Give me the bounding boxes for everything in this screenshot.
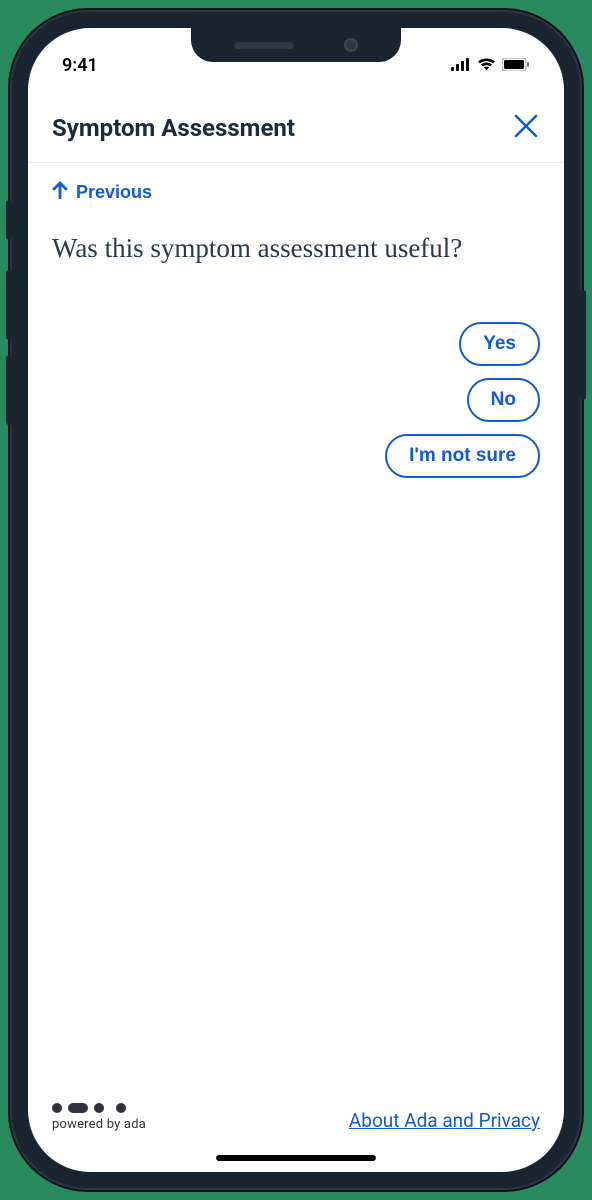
status-icons	[451, 55, 530, 76]
arrow-up-icon	[52, 181, 68, 204]
footer-brand: powered by ada	[52, 1103, 146, 1132]
phone-side-button	[6, 200, 12, 240]
previous-button[interactable]: Previous	[52, 181, 152, 204]
battery-icon	[502, 55, 530, 76]
phone-notch	[191, 28, 401, 62]
phone-side-button	[580, 290, 586, 400]
previous-label: Previous	[76, 182, 152, 203]
about-privacy-link[interactable]: About Ada and Privacy	[349, 1109, 540, 1132]
status-time: 9:41	[62, 55, 98, 76]
powered-by-text: powered by ada	[52, 1117, 146, 1132]
option-no-button[interactable]: No	[467, 378, 540, 422]
page-title: Symptom Assessment	[52, 114, 295, 142]
phone-side-button	[6, 270, 12, 340]
phone-side-button	[6, 355, 12, 425]
nav-row: Previous	[28, 163, 564, 212]
options-list: Yes No I'm not sure	[52, 322, 540, 478]
option-not-sure-button[interactable]: I'm not sure	[385, 434, 540, 478]
ada-logo-icon	[52, 1103, 146, 1113]
app-header: Symptom Assessment	[28, 80, 564, 163]
home-indicator[interactable]	[216, 1155, 376, 1161]
close-button[interactable]	[512, 112, 540, 144]
option-yes-button[interactable]: Yes	[459, 322, 540, 366]
cellular-icon	[451, 55, 471, 76]
screen: 9:41 Symptom Assessment	[28, 28, 564, 1172]
question-area: Was this symptom assessment useful? Yes …	[28, 212, 564, 1089]
question-text: Was this symptom assessment useful?	[52, 230, 540, 266]
phone-frame: 9:41 Symptom Assessment	[10, 10, 582, 1190]
close-icon	[512, 112, 540, 140]
wifi-icon	[477, 55, 496, 76]
